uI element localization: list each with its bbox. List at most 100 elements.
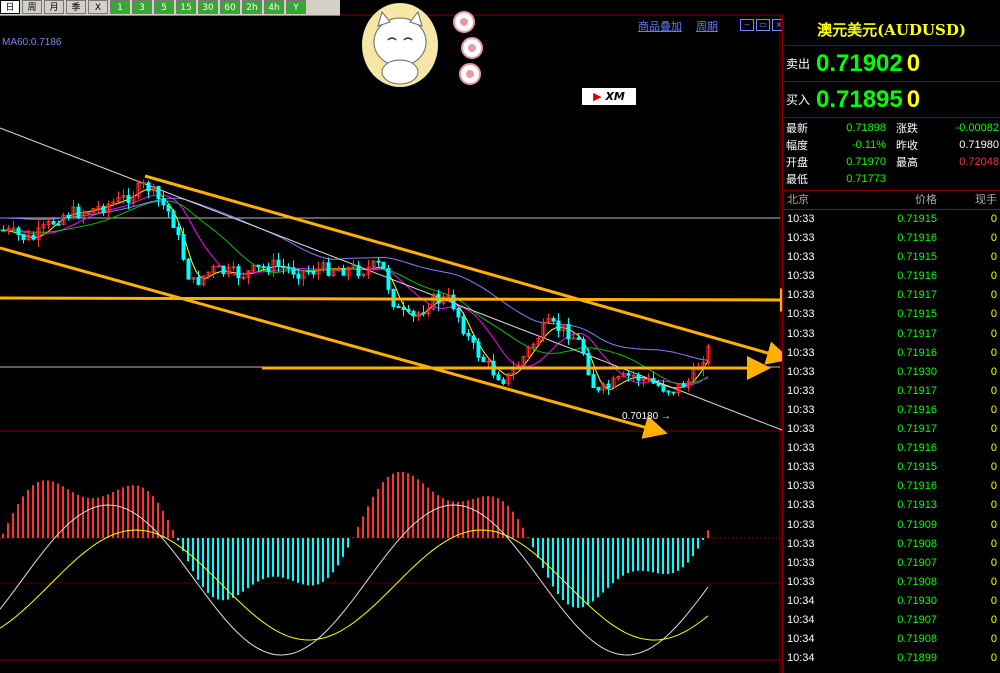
candle-body xyxy=(501,379,506,384)
candle-body xyxy=(11,227,16,230)
candle-body xyxy=(176,227,181,236)
candle-body xyxy=(396,306,401,309)
macd-bar-down xyxy=(562,538,564,601)
period-button[interactable]: 季 xyxy=(66,0,86,14)
macd-bar-down xyxy=(207,538,209,593)
kline-chart[interactable] xyxy=(0,0,782,673)
period-button[interactable]: 30 xyxy=(198,0,218,14)
macd-bar-up xyxy=(472,498,474,538)
macd-bar-up xyxy=(112,491,114,538)
stat-key: 昨收 xyxy=(896,139,918,152)
period-button[interactable]: Y xyxy=(286,0,306,14)
candle-body xyxy=(666,390,671,393)
macd-bar-up xyxy=(512,511,514,538)
macd-bar-down xyxy=(682,538,684,568)
tick-price: 0.71913 xyxy=(897,499,937,512)
minimize-icon[interactable]: ─ xyxy=(740,19,754,31)
macd-bar-up xyxy=(417,479,419,538)
tick-price: 0.71908 xyxy=(897,633,937,646)
tick-volume: 0 xyxy=(990,270,997,283)
macd-bar-up xyxy=(707,530,709,538)
tick-row: 10:33 0.71916 0 xyxy=(783,477,1000,496)
tick-price: 0.71907 xyxy=(897,556,937,569)
candle-body xyxy=(256,264,261,268)
period-button[interactable]: 月 xyxy=(44,0,64,14)
macd-bar-down xyxy=(537,538,539,558)
tick-row: 10:33 0.71915 0 xyxy=(783,210,1000,229)
cat-sticker-image xyxy=(362,3,483,87)
macd-bar-up xyxy=(32,485,34,538)
overlay-link[interactable]: 商品叠加 xyxy=(638,18,682,34)
candle-body xyxy=(241,276,246,279)
macd-bar-down xyxy=(662,538,664,574)
macd-bar-up xyxy=(387,476,389,538)
macd-bar-down xyxy=(217,538,219,600)
period-button[interactable]: 60 xyxy=(220,0,240,14)
period-button[interactable]: 15 xyxy=(176,0,196,14)
period-button[interactable]: 日 xyxy=(0,0,20,14)
tick-price: 0.71916 xyxy=(897,480,937,493)
period-button[interactable]: 5 xyxy=(154,0,174,14)
period-link[interactable]: 周期 xyxy=(696,18,718,34)
candle-body xyxy=(571,337,576,340)
macd-bar-up xyxy=(47,480,49,538)
period-button[interactable]: 4h xyxy=(264,0,284,14)
stat-key: 幅度 xyxy=(786,139,808,152)
candle-body xyxy=(471,335,476,343)
stat-value: 0.72048 xyxy=(959,156,999,168)
candle-body xyxy=(166,204,171,212)
trend-lines xyxy=(0,174,782,439)
tick-volume: 0 xyxy=(990,213,997,225)
tick-row: 10:33 0.71916 0 xyxy=(783,267,1000,286)
candle-body xyxy=(146,182,151,192)
tick-price: 0.71930 xyxy=(897,365,937,378)
macd-bar-up xyxy=(102,496,104,538)
macd-bar-up xyxy=(407,473,409,538)
macd-bar-up xyxy=(507,505,509,538)
tick-time: 10:33 xyxy=(787,213,815,225)
sell-volume: 0 xyxy=(906,49,921,77)
macd-bar-down xyxy=(657,538,659,574)
tick-volume: 0 xyxy=(990,652,997,665)
macd-bar-down xyxy=(277,538,279,577)
tick-volume: 0 xyxy=(990,633,997,646)
tick-row: 10:33 0.71916 0 xyxy=(783,439,1000,458)
period-button[interactable]: 2h xyxy=(242,0,262,14)
candle-body xyxy=(161,198,166,206)
macd-bar-down xyxy=(677,538,679,571)
quote-panel: 澳元美元(AUDUSD) 卖出 0.71902 0 买入 0.71895 0 最… xyxy=(782,15,1000,673)
tick-volume: 0 xyxy=(990,556,997,569)
period-button[interactable]: X xyxy=(88,0,108,14)
tick-row: 10:33 0.71908 0 xyxy=(783,573,1000,592)
buy-row[interactable]: 买入 0.71895 0 xyxy=(783,82,1000,118)
period-button[interactable]: 1 xyxy=(110,0,130,14)
macd-bar-down xyxy=(272,538,274,577)
candle-body xyxy=(496,374,501,381)
tick-row: 10:33 0.71916 0 xyxy=(783,401,1000,420)
candle-body xyxy=(486,360,491,363)
macd-bar-up xyxy=(87,497,89,538)
macd-bar-up xyxy=(397,471,399,538)
ma-line-green xyxy=(0,200,709,385)
period-button[interactable]: 周 xyxy=(22,0,42,14)
tick-price: 0.71909 xyxy=(897,518,937,531)
candle-body xyxy=(381,261,386,270)
candle-body xyxy=(411,310,416,317)
tick-row: 10:33 0.71916 0 xyxy=(783,229,1000,248)
tick-time: 10:33 xyxy=(787,232,815,245)
macd-bar-up xyxy=(357,526,359,538)
restore-icon[interactable]: ▭ xyxy=(756,19,770,31)
tick-volume: 0 xyxy=(990,480,997,493)
macd-bar-down xyxy=(242,538,244,592)
tick-volume: 0 xyxy=(990,251,997,264)
macd-bar-up xyxy=(2,533,4,538)
macd-bar-down xyxy=(572,538,574,607)
period-button[interactable]: 3 xyxy=(132,0,152,14)
macd-bar-down xyxy=(262,538,264,580)
macd-bar-down xyxy=(342,538,344,557)
sell-row[interactable]: 卖出 0.71902 0 xyxy=(783,46,1000,82)
tick-price: 0.71916 xyxy=(897,442,937,455)
tick-row: 10:34 0.71899 0 xyxy=(783,649,1000,668)
macd-bar-down xyxy=(542,538,544,568)
candle-body xyxy=(596,387,601,391)
